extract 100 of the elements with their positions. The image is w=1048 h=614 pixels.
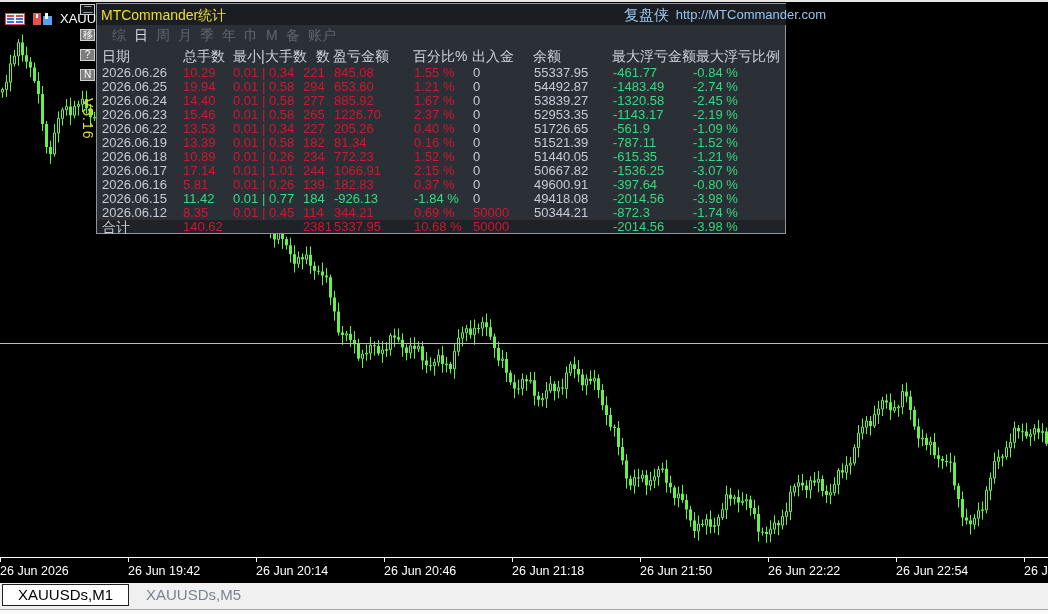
column-header: 最大浮亏比例 (696, 47, 780, 64)
side-button[interactable]: N (80, 69, 95, 81)
table-cell-text: 182 (303, 136, 326, 150)
table-cell-text: 0 (473, 192, 482, 206)
table-cell-text: -1.52 % (693, 136, 739, 150)
side-button[interactable]: 二 (80, 4, 95, 15)
table-cell-text: 0 (473, 164, 482, 178)
table-cell-text: 294 (303, 80, 326, 94)
table-cell-text: -3.07 % (693, 164, 739, 178)
grid-icon[interactable] (5, 13, 25, 25)
table-cell-text: -2.45 % (693, 94, 739, 108)
table-cell-text: 0.01 | 0.58 (233, 136, 296, 150)
side-button[interactable]: 移 (80, 29, 95, 41)
table-cell-text: 0.01 | 0.34 (233, 66, 296, 80)
website-link[interactable]: http://MTCommander.com (675, 7, 826, 22)
table-cell-text: 50000 (473, 220, 511, 234)
table-cell-text: 0.01 | 0.34 (233, 122, 296, 136)
table-cell-text: 2.37 % (414, 108, 456, 122)
table-cell-text: 0.01 | 0.26 (233, 178, 296, 192)
chart-tab[interactable]: XAUUSDs,M1 (2, 584, 130, 606)
table-cell-text: -3.98 % (693, 220, 739, 234)
table-cell-text: 114 (303, 206, 325, 220)
period-tab[interactable]: 季 (200, 27, 214, 43)
column-header: 最大浮亏金额 (612, 47, 696, 64)
table-cell-text: 0.01 | 1.01 (233, 164, 296, 178)
table-cell-text: 17.14 (183, 164, 217, 178)
table-cell-text: -2.19 % (693, 108, 739, 122)
table-cell-text: 51726.65 (534, 122, 590, 136)
period-tab[interactable]: 巾 (244, 27, 258, 43)
table-cell-text: -2014.56 (613, 192, 666, 206)
table-cell-text: 2026.06.12 (102, 206, 169, 220)
table-cell-text: 50344.21 (534, 206, 590, 220)
table-cell-text: 184 (303, 192, 326, 206)
table-cell-text: 0 (473, 122, 482, 136)
table-cell-text: 0 (473, 178, 482, 192)
time-label: 26 Jun 19:42 (128, 564, 201, 578)
table-cell-text: -787.11 (613, 136, 658, 150)
period-tab[interactable]: 日 (134, 27, 148, 43)
time-label: 26 Jun 2026 (0, 564, 69, 578)
side-button[interactable]: ? (80, 49, 95, 61)
table-cell-text: -561.9 (613, 122, 651, 136)
table-cell-text: 1226.70 (334, 108, 382, 122)
table-cell-text: 227 (303, 122, 326, 136)
table-cell-text: 1066.91 (334, 164, 382, 178)
table-cell-text: 2.15 % (414, 164, 456, 178)
table-cell-text: 0.01 | 0.77 (233, 192, 296, 206)
table-cell-text: -1.84 % (414, 192, 460, 206)
period-tab[interactable]: M (266, 27, 278, 43)
table-cell-text: 50000 (473, 206, 511, 220)
table-cell-text: 5337.95 (334, 220, 382, 234)
time-label: 26 J (1024, 564, 1048, 578)
column-header: 百分比% (413, 47, 469, 64)
table-cell-text: 1.55 % (414, 66, 456, 80)
table-cell-text: -0.80 % (693, 178, 739, 192)
table-cell-text: 19.94 (183, 80, 217, 94)
table-cell-text: -615.35 (613, 150, 659, 164)
table-cell-text: -926.13 (334, 192, 380, 206)
table-cell-text: 2026.06.15 (102, 192, 169, 206)
chart-title: XAUU (60, 12, 97, 25)
table-cell-text: 81.34 (334, 136, 368, 150)
table-cell-text: 2026.06.25 (102, 80, 169, 94)
table-cell-text: 0.69 % (414, 206, 456, 220)
column-header: 出入金 (472, 47, 515, 64)
table-cell-text: 15.46 (183, 108, 217, 122)
table-cell-text: 0 (473, 150, 482, 164)
table-cell-text: 1.67 % (414, 94, 456, 108)
table-cell-text: -872.3 (613, 206, 651, 220)
chart-tab[interactable]: XAUUSDs,M5 (130, 584, 258, 606)
table-cell-text: 13.39 (183, 136, 217, 150)
table-cell-text: 2026.06.24 (102, 94, 169, 108)
bars-icon[interactable] (33, 13, 52, 25)
table-cell-text: 1.21 % (414, 80, 456, 94)
table-cell-text: 2026.06.18 (102, 150, 169, 164)
table-cell-text: 277 (303, 94, 326, 108)
time-label: 26 Jun 21:50 (640, 564, 713, 578)
time-label: 26 Jun 22:54 (896, 564, 969, 578)
table-cell-text: 0.40 % (414, 122, 456, 136)
panel-title: MTCommander统计 (101, 6, 227, 23)
table-cell-text: 53839.27 (534, 94, 590, 108)
table-cell-text: 8.35 (183, 206, 210, 220)
period-tab[interactable]: 备 (285, 27, 300, 43)
table-cell-text: 772.23 (334, 150, 375, 164)
brand-label: 复盘侠 (623, 6, 669, 23)
table-cell-text: 10.29 (183, 66, 217, 80)
table-cell-text: 0 (473, 80, 482, 94)
table-cell-text: 0.01 | 0.58 (233, 94, 296, 108)
table-cell-text: 2026.06.17 (102, 164, 169, 178)
version-label: V5.16 (79, 98, 96, 140)
table-cell-text: 205.26 (334, 122, 375, 136)
table-cell-text: 55337.95 (534, 66, 590, 80)
table-cell-text: -1.21 % (693, 150, 739, 164)
table-cell-text: -3.98 % (693, 192, 739, 206)
table-cell-text: 244 (303, 164, 326, 178)
table-cell-text: 139 (303, 178, 326, 192)
table-cell-text: 234 (303, 150, 326, 164)
table-cell-text: 845.08 (334, 66, 375, 80)
table-cell-text: 49418.08 (534, 192, 590, 206)
column-header: 盈亏金额 (333, 47, 390, 64)
table-cell-text: -1.74 % (693, 206, 739, 220)
table-cell-text: 2026.06.16 (102, 178, 169, 192)
